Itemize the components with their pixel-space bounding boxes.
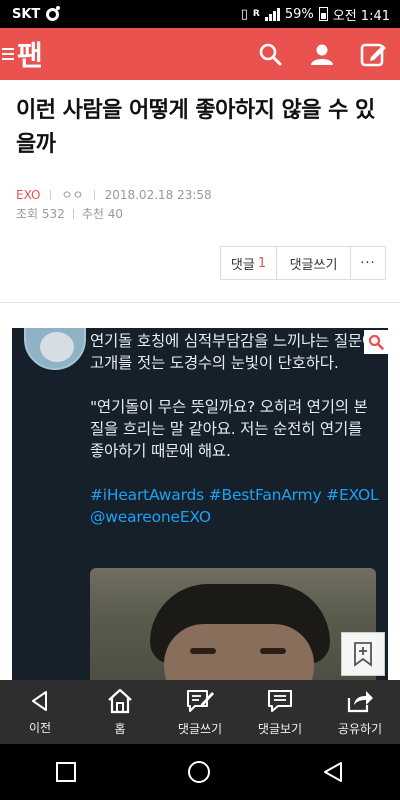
sync-icon [46,5,61,21]
bottom-toolbar: 이전 홈 댓글쓰기 댓글보기 공유하기 [0,680,400,744]
view-comments-label: 댓글보기 [257,721,303,736]
tweet-quote: "연기돌이 무슨 뜻일까요? 오히려 연기의 본질을 흐리는 말 같아요. 저는… [90,398,368,460]
carrier-label: SKT [12,6,41,22]
status-bar: SKT ▯ R 59% 오전 1:41 [0,0,400,28]
logo-text: 팬 [17,39,43,72]
comments-label: 댓글 [230,257,255,273]
recent-apps-button[interactable] [56,762,76,782]
photo-eye [260,648,286,654]
share-icon [347,690,373,712]
tweet-photo [90,568,376,680]
write-comment-tab[interactable]: 댓글쓰기 [160,680,240,744]
article-meta: EXO ㅇㅇ 2018.02.18 23:58 [16,186,212,203]
article-stats: 조회 532 추천 40 [16,205,123,222]
comment-view-icon [268,689,292,712]
author-name[interactable]: ㅇㅇ [61,186,83,203]
home-nav-button[interactable] [188,761,210,783]
back-button[interactable]: 이전 [0,680,80,744]
user-icon [311,44,333,65]
edit-icon [360,43,386,67]
share-label: 공유하기 [337,721,383,736]
wifi-calling-icon: R [252,9,260,19]
menu-icon[interactable] [2,48,14,60]
more-button[interactable]: ··· [351,247,385,279]
home-button[interactable]: 홈 [80,680,160,744]
profile-button[interactable] [308,40,336,68]
search-button[interactable] [256,40,284,68]
system-nav-bar [0,744,400,800]
share-button[interactable]: 공유하기 [320,680,400,744]
comments-button[interactable]: 댓글 1 [221,247,277,279]
post-date: 2018.02.18 23:58 [104,187,212,202]
write-comment-tab-label: 댓글쓰기 [177,721,223,736]
app-header: 팬 [0,28,400,80]
bookmark-add-icon [354,642,372,667]
more-icon: ··· [360,255,376,271]
comment-count: 1 [257,255,267,271]
bookmark-button[interactable] [341,632,385,676]
logo[interactable]: 팬 [0,34,43,74]
divider [93,189,95,200]
divider [50,189,52,200]
image-search-button[interactable] [364,330,388,354]
photo-eye [190,648,216,654]
view-count: 조회 532 [16,207,65,221]
back-nav-button[interactable] [322,761,344,783]
view-comments-tab[interactable]: 댓글보기 [240,680,320,744]
category-link[interactable]: EXO [16,188,40,202]
signal-icon [264,7,280,21]
post-image[interactable]: 연기돌 호칭에 심적부담감을 느끼냐는 질문에 고개를 젓는 도경수의 눈빛이 … [12,328,388,680]
search-icon [259,43,282,66]
article-title: 이런 사람을 어떻게 좋아하지 않을 수 있을까 [16,98,375,157]
home-label: 홈 [114,721,126,736]
write-post-button[interactable] [360,40,388,68]
battery-percent: 59% [284,6,314,22]
write-comment-label: 댓글쓰기 [289,257,338,273]
section-divider [0,302,400,303]
back-label: 이전 [28,720,52,735]
battery-icon [318,7,328,21]
search-icon [368,334,384,350]
divider [72,208,74,219]
tweet-hashtags: #iHeartAwards #BestFanArmy #EXOL @weareo… [90,486,379,526]
photo-face [164,624,314,680]
comment-actions: 댓글 1 댓글쓰기 ··· [220,246,386,280]
tweet-text: 연기돌 호칭에 심적부담감을 느끼냐는 질문에 고개를 젓는 도경수의 눈빛이 … [90,330,380,550]
write-comment-button[interactable]: 댓글쓰기 [277,247,351,279]
avatar [24,328,86,370]
recommend-count: 추천 40 [81,207,123,221]
clock: 오전 1:41 [332,8,390,24]
back-icon [32,690,47,711]
comment-write-icon [187,689,214,712]
tweet-paragraph: 연기돌 호칭에 심적부담감을 느끼냐는 질문에 고개를 젓는 도경수의 눈빛이 … [90,332,377,372]
vibrate-icon: ▯ [240,6,248,22]
home-icon [108,688,132,713]
